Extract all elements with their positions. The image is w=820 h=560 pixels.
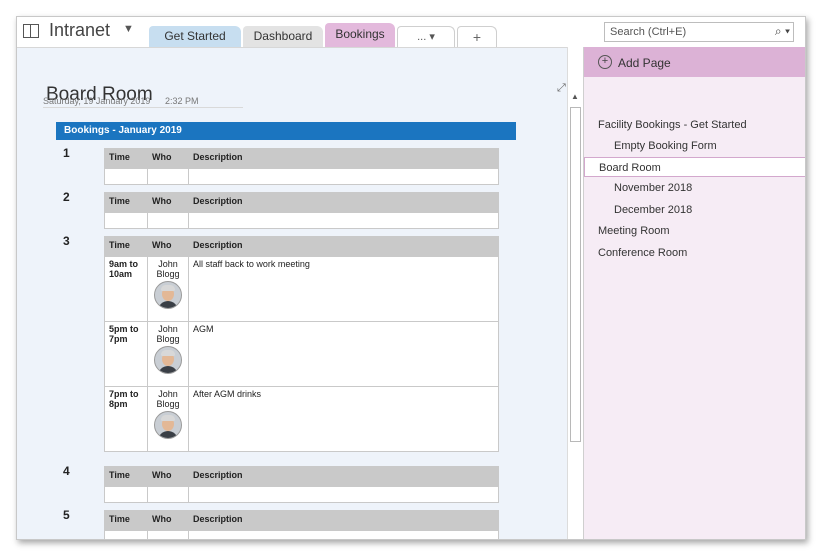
page-item-board-room[interactable]: Board Room	[584, 157, 805, 177]
day-number: 1	[63, 146, 70, 160]
page-item-meeting-room[interactable]: Meeting Room	[584, 221, 805, 241]
table-row	[104, 168, 499, 185]
table-row	[104, 486, 499, 503]
description-cell[interactable]	[188, 168, 499, 185]
notebook-title[interactable]: Intranet	[49, 20, 110, 41]
avatar	[154, 281, 182, 309]
booking-table: Time Who Description	[104, 466, 499, 503]
who-cell[interactable]: John Blogg	[147, 321, 189, 387]
who-cell[interactable]	[147, 212, 189, 229]
scrollbar-thumb[interactable]	[570, 107, 581, 442]
tab-dashboard[interactable]: Dashboard	[243, 26, 323, 47]
who-cell[interactable]	[147, 486, 189, 503]
header-time: Time	[104, 148, 148, 169]
description-cell[interactable]	[188, 486, 499, 503]
booking-table: Time Who Description 9am to 10am John Bl…	[104, 236, 499, 452]
booking-table: Time Who Description	[104, 192, 499, 229]
add-page-button[interactable]: + Add Page	[584, 47, 805, 77]
title-divider	[43, 107, 243, 108]
day-number: 3	[63, 234, 70, 248]
avatar	[154, 411, 182, 439]
add-page-label: Add Page	[618, 56, 671, 70]
description-cell[interactable]	[188, 530, 499, 539]
who-cell[interactable]	[147, 168, 189, 185]
header-time: Time	[104, 236, 148, 257]
page-item-december-2018[interactable]: December 2018	[584, 200, 805, 220]
table-row: 5pm to 7pm John Blogg AGM	[104, 321, 499, 387]
search-icon[interactable]: ⌕ ▾	[775, 24, 790, 39]
header-description: Description	[188, 148, 499, 169]
search-input[interactable]: Search (Ctrl+E) ⌕ ▾	[604, 22, 794, 42]
time-cell[interactable]: 7pm to 8pm	[104, 386, 148, 452]
who-cell[interactable]: John Blogg	[147, 386, 189, 452]
notebook-bar: Intranet ▼ Get Started Dashboard Booking…	[17, 17, 805, 47]
plus-circle-icon: +	[598, 55, 612, 69]
page-item-november-2018[interactable]: November 2018	[584, 178, 805, 198]
who-cell[interactable]: John Blogg	[147, 256, 189, 322]
description-cell[interactable]: AGM	[188, 321, 499, 387]
who-name: John Blogg	[156, 389, 180, 409]
header-description: Description	[188, 236, 499, 257]
day-number: 2	[63, 190, 70, 204]
tab-get-started[interactable]: Get Started	[149, 26, 241, 47]
who-cell[interactable]	[147, 530, 189, 539]
header-time: Time	[104, 510, 148, 531]
header-description: Description	[188, 510, 499, 531]
description-cell[interactable]: All staff back to work meeting	[188, 256, 499, 322]
onenote-window: Intranet ▼ Get Started Dashboard Booking…	[16, 16, 806, 540]
expand-icon[interactable]: ⤢	[557, 82, 566, 95]
avatar	[154, 346, 182, 374]
search-placeholder: Search (Ctrl+E)	[610, 26, 687, 38]
page-time: 2:32 PM	[165, 96, 199, 106]
vertical-scrollbar[interactable]: ▲	[567, 47, 584, 539]
table-row: 9am to 10am John Blogg All staff back to…	[104, 256, 499, 322]
header-description: Description	[188, 466, 499, 487]
tab-more-sections[interactable]: ... ▾	[397, 26, 455, 47]
time-cell[interactable]	[104, 530, 148, 539]
who-name: John Blogg	[156, 324, 180, 344]
header-who: Who	[147, 236, 189, 257]
header-who: Who	[147, 192, 189, 213]
table-row: 7pm to 8pm John Blogg After AGM drinks	[104, 386, 499, 452]
time-cell[interactable]: 9am to 10am	[104, 256, 148, 322]
chevron-down-icon[interactable]: ▼	[123, 23, 134, 35]
scroll-up-icon[interactable]: ▲	[571, 92, 579, 101]
page-item-empty-booking-form[interactable]: Empty Booking Form	[584, 136, 805, 156]
time-cell[interactable]: 5pm to 7pm	[104, 321, 148, 387]
time-cell[interactable]	[104, 212, 148, 229]
notebook-icon[interactable]	[23, 24, 39, 38]
tab-bookings[interactable]: Bookings	[325, 23, 395, 47]
page-item-facility-bookings[interactable]: Facility Bookings - Get Started	[584, 115, 805, 135]
pages-pane: + Add Page Facility Bookings - Get Start…	[583, 47, 805, 539]
header-description: Description	[188, 192, 499, 213]
booking-table: Time Who Description	[104, 510, 499, 539]
bookings-banner: Bookings - January 2019	[56, 122, 516, 140]
who-name: John Blogg	[156, 259, 180, 279]
header-who: Who	[147, 510, 189, 531]
day-number: 4	[63, 464, 70, 478]
table-row	[104, 530, 499, 539]
page-canvas[interactable]: Board Room Saturday, 19 January 2019 2:3…	[17, 47, 567, 539]
header-who: Who	[147, 466, 189, 487]
header-who: Who	[147, 148, 189, 169]
page-date: Saturday, 19 January 2019	[43, 96, 151, 106]
description-cell[interactable]	[188, 212, 499, 229]
time-cell[interactable]	[104, 168, 148, 185]
add-section-button[interactable]: +	[457, 26, 497, 47]
header-time: Time	[104, 192, 148, 213]
header-time: Time	[104, 466, 148, 487]
time-cell[interactable]	[104, 486, 148, 503]
booking-table: Time Who Description	[104, 148, 499, 185]
day-number: 5	[63, 508, 70, 522]
description-cell[interactable]: After AGM drinks	[188, 386, 499, 452]
page-item-conference-room[interactable]: Conference Room	[584, 243, 805, 263]
table-row	[104, 212, 499, 229]
